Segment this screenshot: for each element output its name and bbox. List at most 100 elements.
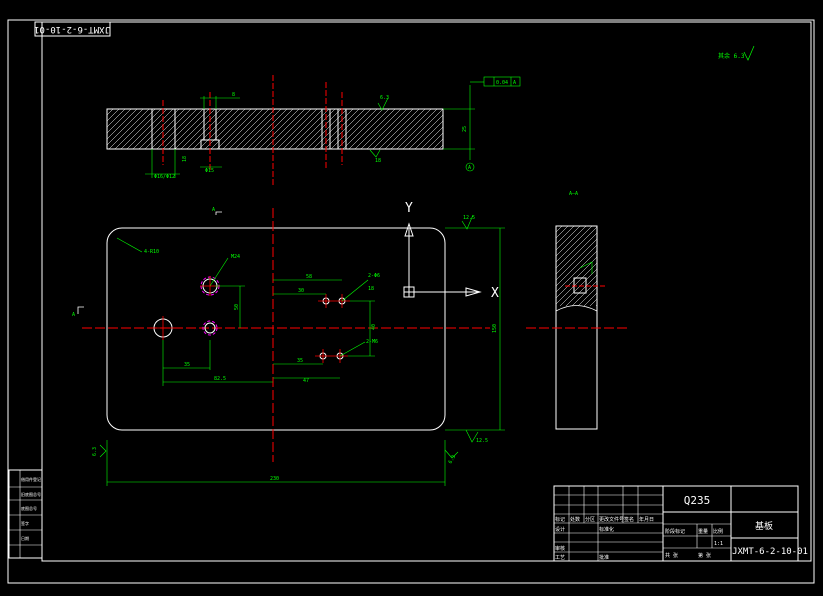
tb-label-13: 比例: [713, 528, 723, 535]
roughness-symbol: [743, 45, 755, 61]
flatness-datum: A: [513, 80, 516, 86]
hatch-line: [330, 108, 372, 150]
tb-label-8: 审核: [555, 545, 565, 552]
hatch-line: [210, 108, 252, 150]
tb-label-0: 标记: [555, 516, 565, 523]
tb-label-10: 批准: [599, 554, 609, 561]
roughness-12-5-top: 12.5: [463, 215, 475, 221]
hatch-line: [360, 108, 402, 150]
side-hatching: [555, 225, 598, 307]
tb-label-14: 共 张: [665, 552, 678, 559]
flatness-value: 0.04: [496, 80, 508, 86]
tb-label-2: 分区: [585, 516, 595, 523]
datum-label: A: [468, 165, 471, 171]
dim-82-5: 82.5: [214, 376, 226, 382]
roughness-12-5-bottom: 12.5: [476, 438, 488, 444]
tb-label-1: 处数: [570, 516, 580, 523]
hatch-line: [234, 108, 276, 150]
hatch-line: [106, 108, 144, 146]
dim-2-m6: 2-M6: [366, 339, 378, 345]
hatch-line: [150, 108, 192, 150]
hatch-line: [216, 108, 258, 150]
hatch-line: [555, 244, 598, 287]
hatch-line: [348, 108, 390, 150]
left-block-1: 旧底图总号: [21, 491, 41, 497]
hatch-line: [420, 126, 444, 150]
dim-height: 150: [492, 324, 498, 333]
hatch-line: [106, 108, 120, 122]
dim-m24: M24: [231, 254, 240, 260]
hatch-line: [336, 108, 378, 150]
dim-left-mark: 18: [182, 156, 188, 162]
left-block-3: 签字: [21, 520, 29, 526]
dim-35a: 35: [184, 362, 190, 368]
hatch-line: [589, 298, 598, 307]
hatch-line: [426, 132, 444, 150]
hatch-line: [384, 108, 426, 150]
hatch-line: [174, 108, 216, 150]
dim-hole1: Φ16/Φ12: [154, 174, 175, 180]
hatch-line: [342, 108, 384, 150]
side-outline: [555, 225, 598, 430]
plan-view: Y X 230 150 35 82.5 47 35 58 30 50 18 40…: [82, 201, 505, 486]
axis-x-label: X: [491, 286, 499, 301]
hatch-line: [414, 120, 444, 150]
part-name: 基板: [755, 520, 773, 532]
dim-40: 40: [371, 324, 377, 330]
hatch-line: [114, 108, 156, 150]
axis-y-label: Y: [405, 201, 413, 216]
left-block-4: 日期: [21, 535, 29, 541]
hatch-line: [106, 108, 114, 116]
hatch-line: [354, 108, 396, 150]
hatch-line: [390, 108, 432, 150]
section-mark-left: A: [72, 312, 75, 318]
dim-18: 18: [368, 286, 374, 292]
title-block: 标记 处数 分区 更改文件号 签名 年月日 设计 标准化 审核 工艺 批准 阶段…: [553, 485, 808, 562]
tb-label-11: 阶段标记: [665, 528, 685, 535]
hatch-line: [126, 108, 168, 150]
hatch-line: [555, 226, 598, 269]
dim-35b: 35: [297, 358, 303, 364]
hatch-line: [222, 108, 264, 150]
hatch-line: [565, 274, 598, 307]
tb-label-4: 签名: [624, 516, 634, 523]
hatch-line: [106, 108, 132, 134]
hatch-line: [396, 108, 438, 150]
roughness-6-3-left: 6.3: [92, 447, 98, 456]
dim-50: 50: [234, 304, 240, 310]
section-view-top: 8 25 0.04 A A Φ16/Φ12 Φ15 6.3 18 18: [106, 75, 521, 185]
hatch-line: [192, 108, 234, 150]
hatch-line: [378, 108, 420, 150]
hatch-line: [555, 238, 598, 281]
hatch-line: [186, 108, 228, 150]
hatch-line: [240, 108, 282, 150]
hatch-line: [324, 108, 366, 150]
dim-47: 47: [303, 378, 309, 384]
hatch-line: [438, 144, 444, 150]
tb-label-9: 工艺: [555, 555, 565, 561]
side-view-label: A—A: [569, 191, 578, 197]
tb-label-5: 年月日: [639, 516, 654, 523]
hatch-line: [372, 108, 414, 150]
tb-label-6: 设计: [555, 526, 565, 533]
section-mark-top: A: [212, 207, 215, 213]
tb-scale: 1:1: [714, 541, 723, 547]
dim-30: 30: [298, 288, 304, 294]
hatch-line: [583, 292, 598, 307]
roughness-note: 其余 6.3: [718, 52, 745, 60]
hatch-line: [294, 108, 336, 150]
roughness-6-3-right: 6.3: [448, 454, 458, 465]
hatch-line: [432, 138, 444, 150]
hatch-line: [288, 108, 330, 150]
hatch-line: [144, 108, 186, 150]
hatch-line: [264, 108, 306, 150]
hatch-line: [555, 225, 581, 251]
hatch-line: [120, 108, 162, 150]
hatch-line: [577, 286, 598, 307]
section-hatching: [106, 108, 444, 150]
hatch-line: [318, 108, 360, 150]
hatch-line: [366, 108, 408, 150]
tb-label-3: 更改文件号: [599, 516, 624, 523]
hatch-line: [276, 108, 318, 150]
hatch-line: [246, 108, 288, 150]
